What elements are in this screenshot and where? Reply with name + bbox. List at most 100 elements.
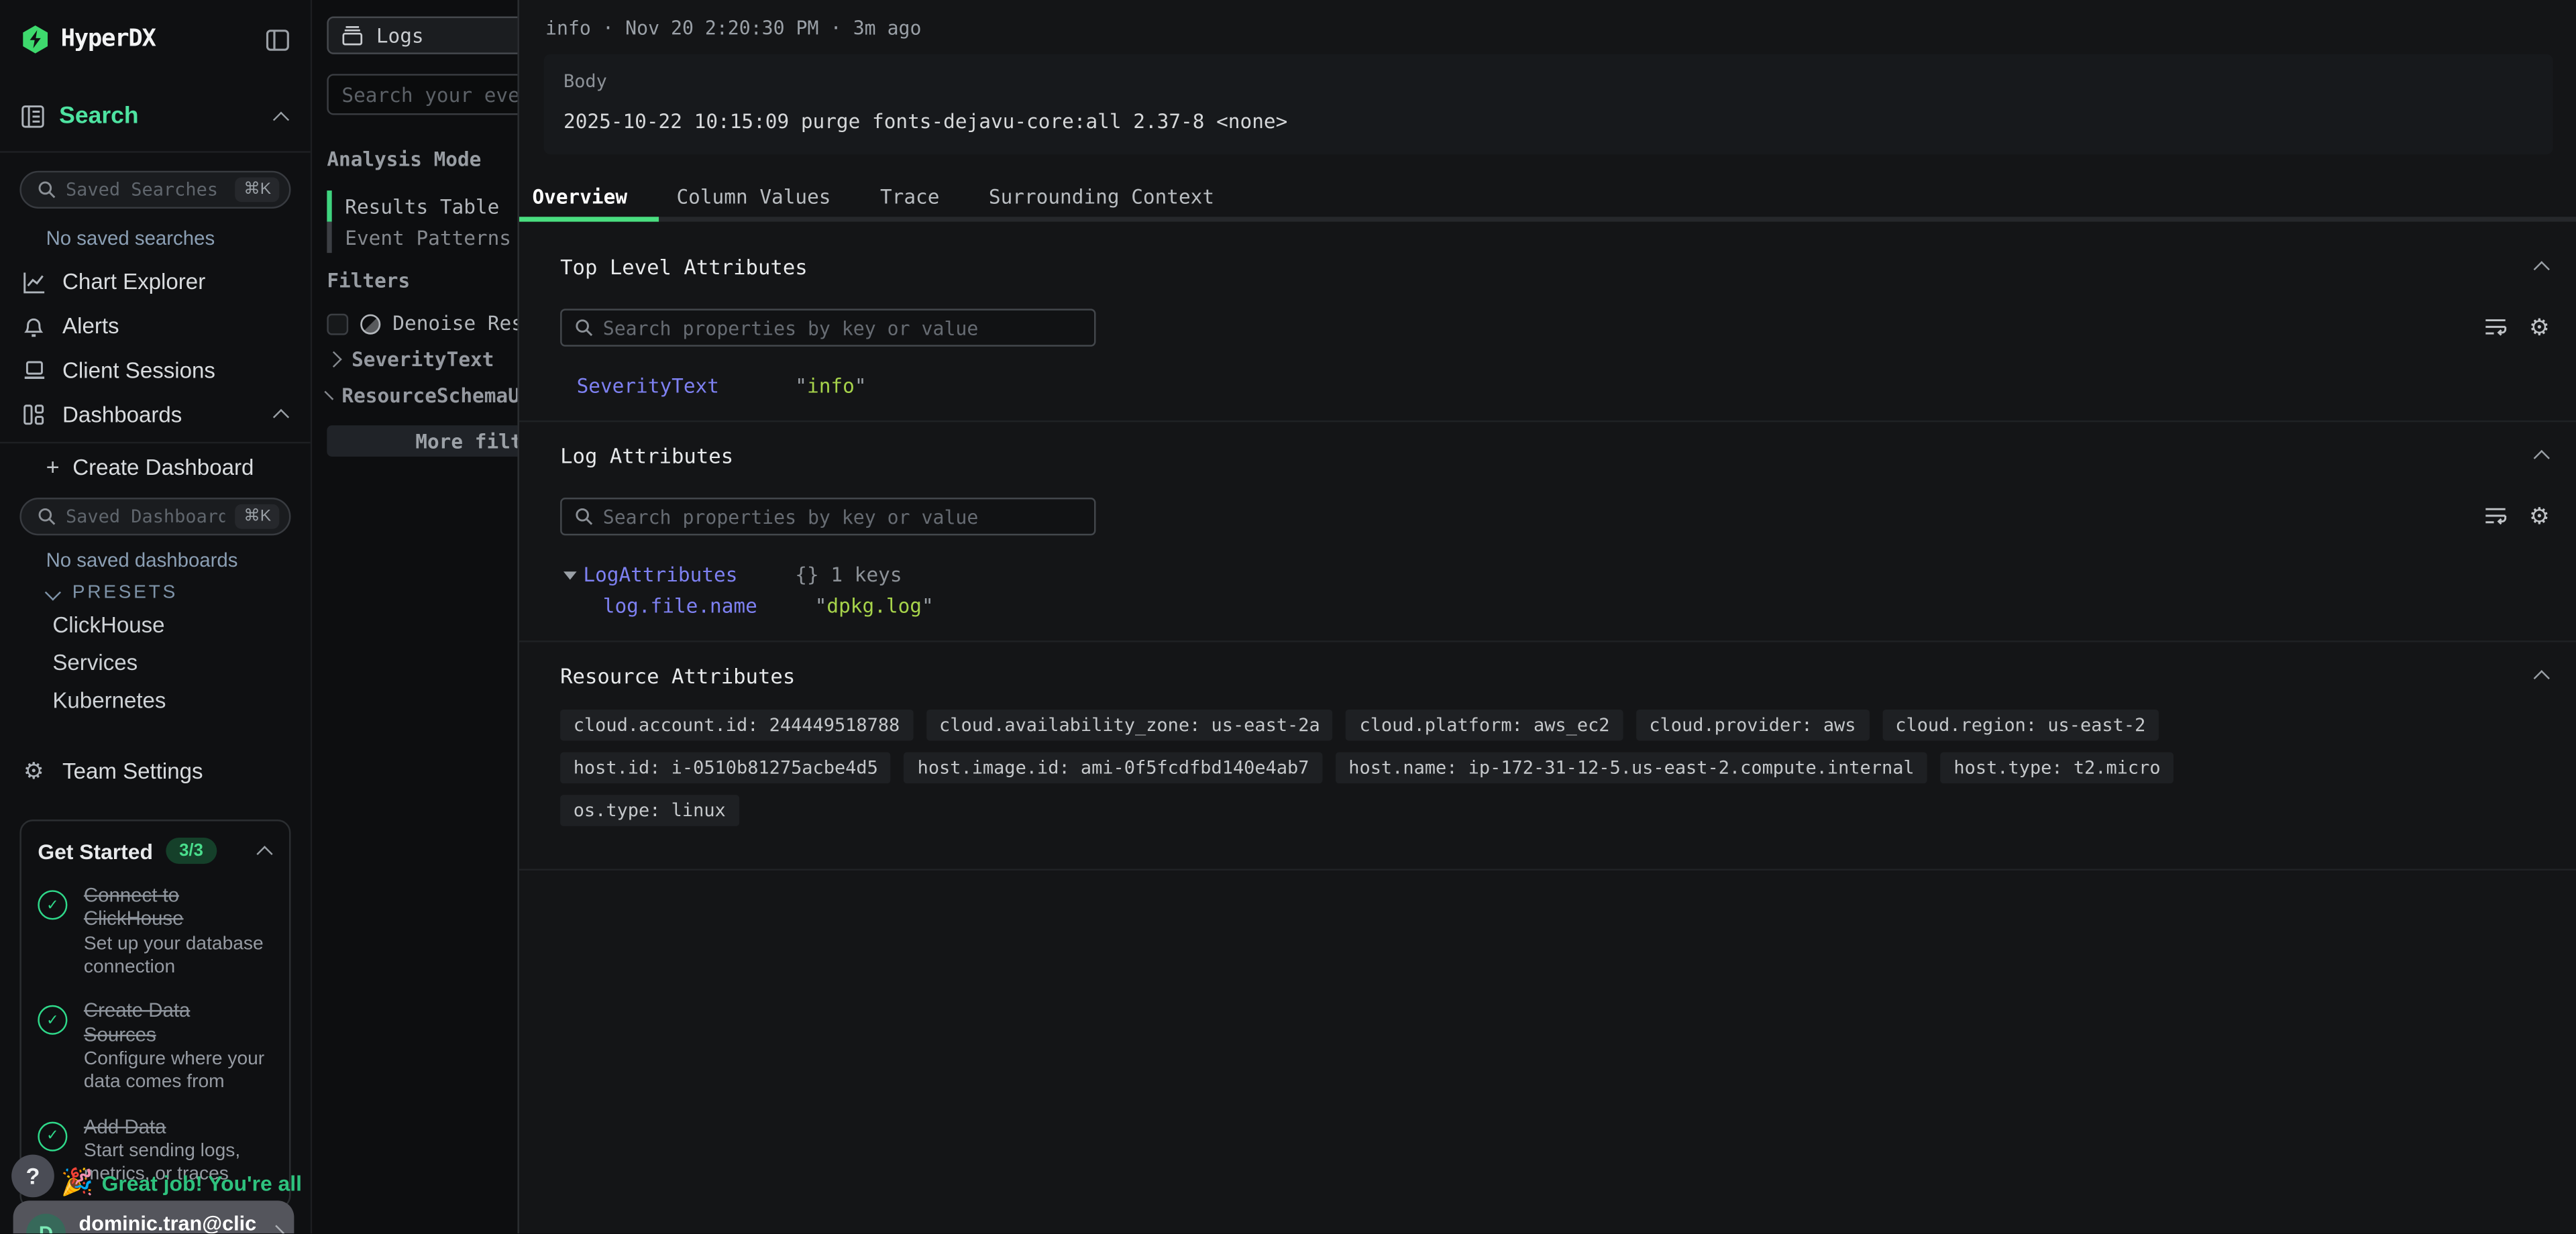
saved-searches-input[interactable]: ⌘K [19,171,290,209]
property-search-field[interactable] [603,505,1081,528]
section-title: Log Attributes [560,443,2538,468]
attribute-value[interactable]: "dpkg.log" [815,595,934,618]
tab-surrounding-context[interactable]: Surrounding Context [989,186,1214,209]
event-search-input[interactable] [327,74,517,115]
filter-group-severitytext[interactable]: SeverityText [327,348,517,371]
search-section-icon [21,105,44,128]
attribute-key[interactable]: log.file.name [603,595,815,618]
chevron-up-icon[interactable] [256,845,272,861]
body-panel: Body 2025-10-22 10:15:09 purge fonts-dej… [544,54,2553,154]
get-started-header[interactable]: Get Started 3/3 [38,838,272,864]
event-search-field[interactable] [341,83,517,106]
tab-overview[interactable]: Overview [532,186,627,209]
check-circle-icon: ✓ [38,1121,67,1151]
resource-badge[interactable]: host.name: ip-172-31-12-5.us-east-2.comp… [1336,752,1928,784]
sidebar: HyperDX Search ⌘K No saved searches [0,0,312,1233]
attribute-row[interactable]: SeverityText "info" [577,374,2550,397]
task-title: Add Data [84,1115,264,1138]
mode-label: Results Table [345,194,499,217]
gear-icon[interactable]: ⚙ [2529,505,2550,528]
archive-icon [341,25,363,46]
sidebar-item-dashboards[interactable]: Dashboards [0,392,311,437]
tab-underline-track [519,217,2576,221]
sidebar-item-team-settings[interactable]: ⚙ Team Settings [0,749,311,793]
property-search-input[interactable] [560,498,1095,535]
attribute-value[interactable]: "info" [795,374,866,397]
saved-dashboards-field[interactable] [66,506,225,527]
filter-group-resourceschemaurl[interactable]: ResourceSchemaUrl [327,384,517,407]
shortcut-badge: ⌘K [235,504,279,529]
sidebar-item-label: Alerts [62,314,119,339]
user-name: dominic.tran@clic... [79,1211,256,1233]
resource-badge[interactable]: cloud.account.id: 244449518788 [560,710,913,741]
get-started-card: Get Started 3/3 ✓ Connect to ClickHouse … [19,820,290,1209]
no-saved-dashboards-text: No saved dashboards [46,549,311,571]
chevron-up-icon[interactable] [273,409,289,425]
hyperdx-logo-icon [21,25,50,54]
resource-badge[interactable]: host.image.id: ami-0f5fcdfbd140e4ab7 [904,752,1322,784]
sidebar-item-search[interactable]: Search [0,95,311,138]
mode-results-table[interactable]: Results Table [327,190,517,222]
resource-badge[interactable]: cloud.platform: aws_ec2 [1346,710,1623,741]
tab-trace[interactable]: Trace [880,186,939,209]
tab-column-values[interactable]: Column Values [676,186,830,209]
wrap-lines-icon[interactable] [2485,506,2508,527]
preset-clickhouse[interactable]: ClickHouse [52,610,310,641]
denoise-icon [360,313,381,335]
resource-badge[interactable]: host.id: i-0510b81275acbe4d5 [560,752,891,784]
help-button[interactable]: ? [11,1155,54,1198]
resource-badge[interactable]: os.type: linux [560,795,739,826]
sidebar-item-client-sessions[interactable]: Client Sessions [0,348,311,392]
mode-label: Event Patterns [345,226,511,249]
saved-dashboards-input[interactable]: ⌘K [19,498,290,535]
tree-root-row[interactable]: LogAttributes {} 1 keys [564,563,2550,586]
mode-event-patterns[interactable]: Event Patterns [327,222,517,254]
gear-icon[interactable]: ⚙ [2529,316,2550,339]
sidebar-item-label: Search [59,103,138,129]
search-icon [38,508,56,526]
log-attrs-search-row: ⚙ [560,498,2550,535]
denoise-checkbox[interactable] [327,313,348,335]
sidebar-item-chart-explorer[interactable]: Chart Explorer [0,260,311,304]
attribute-row[interactable]: log.file.name "dpkg.log" [603,595,2550,618]
sidebar-nav: Chart Explorer Alerts Client Sessions Da… [0,260,311,437]
chevron-down-icon [45,583,61,600]
more-filters-button[interactable]: More filte [327,425,517,457]
sidebar-item-label: Chart Explorer [62,270,205,294]
sidebar-item-label: Team Settings [62,759,203,783]
resource-badge[interactable]: cloud.region: us-east-2 [1882,710,2159,741]
presets-toggle[interactable]: PRESETS [46,583,311,602]
user-menu[interactable]: D dominic.tran@clic... dominic.tran@clic… [13,1200,294,1233]
section-divider [519,869,2576,871]
property-search-input[interactable] [560,308,1095,346]
chevron-up-icon[interactable] [273,111,289,127]
search-icon [38,180,56,199]
section-log-attributes: Log Attributes [560,443,2550,468]
search-icon [575,508,593,526]
resource-badge[interactable]: cloud.provider: aws [1636,710,1869,741]
create-dashboard-button[interactable]: + Create Dashboard [46,453,311,480]
party-emoji: 🎉 [61,1166,94,1199]
top-level-search-row: ⚙ [560,308,2550,346]
get-started-item: ✓ Connect to ClickHouse Set up your data… [38,884,272,980]
task-desc: Set up your database connection [84,934,264,980]
attribute-key[interactable]: SeverityText [577,374,796,397]
property-search-field[interactable] [603,316,1081,339]
sidebar-item-alerts[interactable]: Alerts [0,304,311,348]
wrap-lines-icon[interactable] [2485,317,2508,339]
source-select-button[interactable]: Logs [327,16,517,54]
saved-searches-field[interactable] [66,179,225,201]
congrats-message: 🎉 Great job! You're all [61,1166,302,1199]
resource-badge[interactable]: host.type: t2.micro [1941,752,2174,784]
preset-kubernetes[interactable]: Kubernetes [52,685,310,716]
brand[interactable]: HyperDX [21,25,266,54]
dashboards-icon [21,404,46,425]
preset-services[interactable]: Services [52,647,310,679]
tree-root-key[interactable]: LogAttributes [583,563,795,586]
chevron-right-icon [324,390,333,400]
resource-badges: cloud.account.id: 244449518788 cloud.ava… [560,710,2302,826]
collapse-sidebar-button[interactable] [266,29,289,50]
denoise-option[interactable]: Denoise Resul [327,312,517,335]
resource-badge[interactable]: cloud.availability_zone: us-east-2a [926,710,1333,741]
caret-down-icon[interactable] [564,571,577,579]
